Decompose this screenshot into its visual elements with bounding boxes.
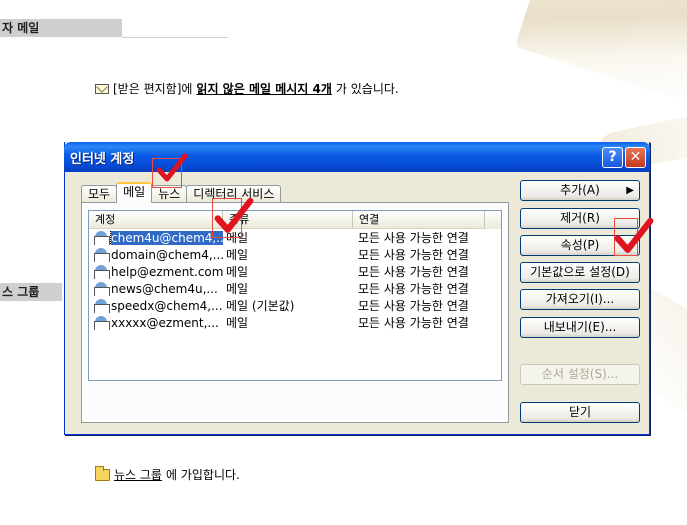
newsgroup-link[interactable]: 뉴스 그룹: [114, 466, 162, 483]
check-mark-icon: [156, 152, 188, 184]
account-type: 메일: [226, 282, 249, 296]
unread-count-link[interactable]: 읽지 않은 메일 메시지 4개: [196, 80, 331, 97]
mail-account-icon: [93, 299, 110, 313]
account-type: 메일: [226, 316, 249, 330]
tab-panel: 계정 종류 연결 chem4u@chem4,... 메일 모든 사용 가능한 연…: [81, 202, 509, 423]
folder-icon: [95, 465, 110, 481]
account-type: 메일 (기본값): [226, 299, 295, 313]
header-filler: [484, 211, 501, 229]
table-row[interactable]: chem4u@chem4,... 메일 모든 사용 가능한 연결: [89, 229, 501, 246]
envelope-icon: [95, 83, 109, 94]
unread-message-notice: [받은 편지함]에 읽지 않은 메일 메시지 4개 가 있습니다.: [95, 80, 399, 97]
section-divider: [122, 37, 228, 38]
table-row[interactable]: speedx@chem4,... 메일 (기본값) 모든 사용 가능한 연결: [89, 297, 501, 314]
account-name: speedx@chem4,...: [111, 298, 223, 313]
tab-mail[interactable]: 메일: [116, 182, 153, 203]
account-name: chem4u@chem4,...: [110, 230, 223, 245]
table-row[interactable]: help@ezment.com 메일 모든 사용 가능한 연결: [89, 263, 501, 280]
set-default-button[interactable]: 기본값으로 설정(D): [520, 262, 640, 283]
mail-account-icon: [93, 316, 110, 330]
mail-account-icon: [93, 248, 110, 262]
account-connection: 모든 사용 가능한 연결: [358, 231, 469, 245]
mail-account-icon: [93, 265, 110, 279]
check-mark-icon: [214, 196, 254, 236]
submenu-arrow-icon: ▶: [626, 185, 634, 196]
close-button[interactable]: 닫기: [520, 402, 640, 423]
column-header-connection[interactable]: 연결: [353, 211, 485, 228]
notice-prefix: [받은 편지함]에: [113, 82, 193, 96]
close-window-button[interactable]: ✕: [625, 146, 646, 168]
account-name: help@ezment.com: [111, 264, 223, 279]
check-mark-icon: [614, 216, 654, 256]
account-connection: 모든 사용 가능한 연결: [358, 299, 469, 313]
list-header: 계정 종류 연결: [89, 211, 501, 229]
dialog-title: 인터넷 계정: [70, 151, 135, 167]
column-header-account[interactable]: 계정: [89, 211, 223, 228]
account-type: 메일: [226, 248, 249, 262]
account-connection: 모든 사용 가능한 연결: [358, 316, 469, 330]
notice-suffix: 가 있습니다.: [335, 82, 399, 96]
help-button[interactable]: ?: [602, 146, 623, 168]
add-button[interactable]: 추가(A) ▶: [520, 180, 640, 201]
account-connection: 모든 사용 가능한 연결: [358, 282, 469, 296]
section-header-mail: 자 메일: [0, 19, 122, 37]
newsgroup-notice: 뉴스 그룹 에 가입합니다.: [95, 465, 240, 483]
add-button-label: 추가(A): [560, 183, 600, 197]
set-order-button: 순서 설정(S)...: [520, 364, 640, 385]
decor-paper: [514, 0, 687, 109]
account-name: domain@chem4,...: [111, 247, 223, 262]
account-type: 메일: [226, 265, 249, 279]
table-row[interactable]: domain@chem4,... 메일 모든 사용 가능한 연결: [89, 246, 501, 263]
table-row[interactable]: news@chem4u,... 메일 모든 사용 가능한 연결: [89, 280, 501, 297]
account-connection: 모든 사용 가능한 연결: [358, 248, 469, 262]
table-row[interactable]: xxxxx@ezment,... 메일 모든 사용 가능한 연결: [89, 314, 501, 331]
internet-accounts-dialog: 인터넷 계정 ? ✕ 모두 메일 뉴스 디렉터리 서비스 계정 종류 연결 ch…: [64, 142, 650, 435]
account-list[interactable]: 계정 종류 연결 chem4u@chem4,... 메일 모든 사용 가능한 연…: [88, 210, 502, 381]
import-button[interactable]: 가져오기(I)...: [520, 289, 640, 310]
mail-account-icon: [93, 282, 110, 296]
account-name: news@chem4u,...: [111, 281, 218, 296]
export-button[interactable]: 내보내기(E)...: [520, 317, 640, 338]
tab-all[interactable]: 모두: [81, 185, 118, 203]
account-name: xxxxx@ezment,...: [111, 315, 219, 330]
mail-account-icon: [93, 231, 110, 245]
account-connection: 모든 사용 가능한 연결: [358, 265, 469, 279]
section-header-news: 스 그룹: [0, 283, 62, 301]
newsgroup-suffix: 에 가입합니다.: [165, 468, 240, 482]
